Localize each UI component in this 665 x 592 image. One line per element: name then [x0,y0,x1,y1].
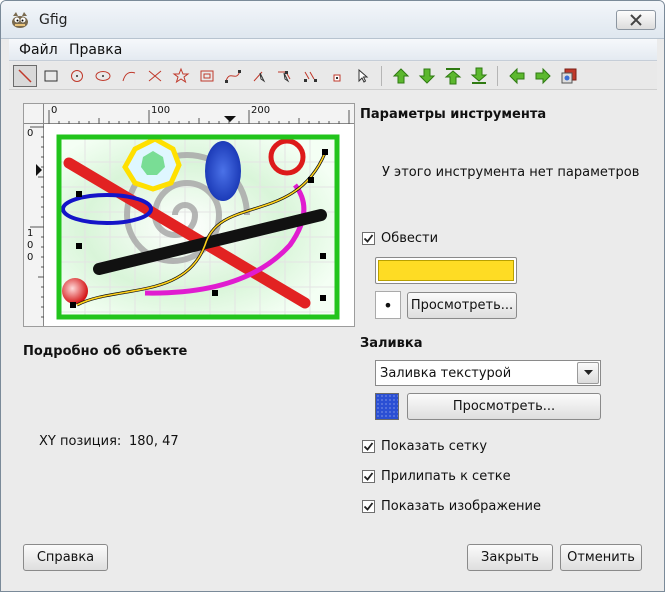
next-button[interactable] [531,65,555,87]
polygon-tool-icon [148,70,162,82]
ellipse-tool-button[interactable] [91,65,115,87]
spiral-tool-icon [200,70,214,82]
checkmark-icon [363,234,374,243]
previous-icon [509,67,525,85]
ellipse-tool-icon [95,71,111,81]
delete-object-button[interactable] [325,65,349,87]
copy-object-button[interactable] [299,65,323,87]
show-image-checkbox[interactable] [362,500,375,513]
arc-tool-button[interactable] [117,65,141,87]
previous-button[interactable] [505,65,529,87]
stroke-label: Обвести [381,231,439,246]
show-image-row[interactable]: Показать изображение [362,499,541,514]
move-point-button[interactable] [273,65,297,87]
lower-to-bottom-button[interactable] [467,65,491,87]
snap-grid-checkbox[interactable] [362,470,375,483]
lower-button[interactable] [415,65,439,87]
horizontal-ruler: 0 100 200 [44,104,354,124]
move-point-icon [278,71,291,83]
brush-dot-icon: • [383,295,393,315]
show-grid-checkbox[interactable] [362,440,375,453]
checkmark-icon [363,472,374,481]
show-grid-row[interactable]: Показать сетку [362,439,487,454]
copy-object-icon [304,71,317,82]
select-object-icon [358,68,369,83]
fill-type-select[interactable]: Заливка текстурой [375,360,601,386]
object-details-title: Подробно об объекте [23,344,188,359]
close-button[interactable]: Закрыть [467,544,553,571]
raise-to-top-icon [444,68,462,85]
fill-type-value: Заливка текстурой [380,365,512,381]
pattern-swatch [376,394,398,419]
rectangle-tool-button[interactable] [39,65,63,87]
window-close-button[interactable] [616,10,656,30]
cancel-button[interactable]: Отменить [560,544,642,571]
dropdown-arrow[interactable] [577,362,599,384]
no-options-message: У этого инструмента нет параметров [382,165,640,180]
line-tool-button[interactable] [13,65,37,87]
raise-button[interactable] [389,65,413,87]
next-icon [535,67,551,85]
checkmark-icon [363,502,374,511]
star-tool-button[interactable] [169,65,193,87]
checkmark-icon [363,442,374,451]
main-content: 0 100 200 0 1 0 0 Подробно об объекте XY… [9,91,657,585]
fill-title: Заливка [360,336,423,351]
gimp-app-icon [12,12,28,28]
vertical-ruler: 0 1 0 0 [24,124,44,326]
line-tool-icon [18,69,32,83]
fill-pattern-preview[interactable] [375,393,399,420]
title-bar: Gfig [1,1,664,39]
gfig-window: Gfig Файл Правка 0 100 200 0 1 0 0 Подро… [0,0,665,592]
preview-area: 0 100 200 0 1 0 0 [23,103,355,327]
move-object-button[interactable] [247,65,271,87]
lower-to-bottom-icon [470,67,488,84]
menu-bar: Файл Правка [9,39,657,61]
xy-position-value: 180, 47 [129,434,179,449]
raise-to-top-button[interactable] [441,65,465,87]
star-tool-icon [172,67,190,84]
menu-file[interactable]: Файл [19,42,58,58]
window-title: Gfig [39,12,68,28]
stroke-color-swatch [378,260,514,281]
show-grid-label: Показать сетку [381,439,488,454]
drawing-canvas[interactable] [45,125,355,327]
polygon-tool-button[interactable] [143,65,167,87]
rectangle-tool-icon [44,70,58,82]
show-all-icon [561,68,577,84]
stroke-checkbox-row[interactable]: Обвести [362,231,438,246]
circle-tool-icon [71,70,83,82]
menu-edit[interactable]: Правка [69,42,122,58]
xy-position-label: XY позиция: [39,434,122,449]
lower-icon [418,68,436,84]
show-all-button[interactable] [557,65,581,87]
show-image-label: Показать изображение [381,499,541,514]
tool-options-title: Параметры инструмента [360,107,547,122]
toolbar [9,62,657,90]
brush-preview[interactable]: • [375,291,401,319]
move-object-icon [253,71,266,83]
stroke-checkbox[interactable] [362,232,375,245]
stroke-browse-button[interactable]: Просмотреть... [407,292,517,319]
select-object-button[interactable] [351,65,375,87]
fill-browse-button[interactable]: Просмотреть... [407,393,601,420]
circle-tool-button[interactable] [65,65,89,87]
bezier-tool-icon [225,70,241,83]
help-button[interactable]: Справка [23,544,108,571]
delete-object-icon [333,74,341,82]
snap-grid-row[interactable]: Прилипать к сетке [362,469,511,484]
snap-grid-label: Прилипать к сетке [381,469,511,484]
raise-icon [392,68,410,84]
bezier-tool-button[interactable] [221,65,245,87]
chevron-down-icon [583,370,593,375]
close-icon [630,14,642,26]
spiral-tool-button[interactable] [195,65,219,87]
stroke-color-button[interactable] [375,257,517,284]
arc-tool-icon [122,71,136,82]
